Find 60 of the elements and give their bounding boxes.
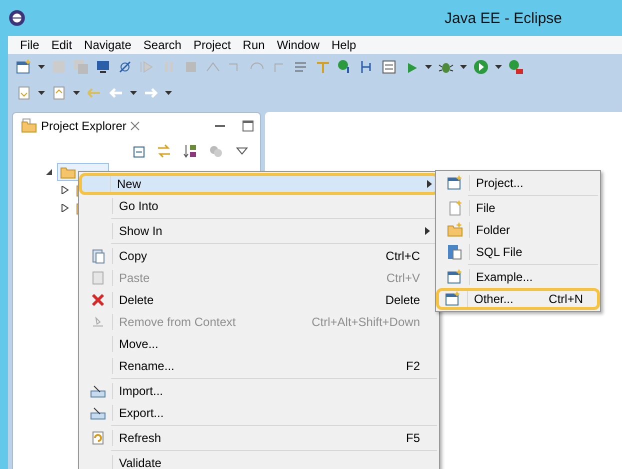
menu-item[interactable]: Delete Delete <box>81 289 437 311</box>
menu-item[interactable]: Edit <box>45 38 78 52</box>
delete-icon <box>90 292 106 308</box>
menu-item[interactable]: SQL File <box>438 241 598 263</box>
close-icon[interactable] <box>130 121 140 131</box>
clipboard-icon <box>90 248 106 264</box>
new-window-icon <box>447 175 463 191</box>
dropdown-caret-icon[interactable] <box>460 65 467 69</box>
dropdown-caret-icon[interactable] <box>38 65 45 69</box>
menu-item[interactable]: Example... <box>438 266 598 288</box>
new-window-icon <box>447 269 463 285</box>
submenu-arrow-icon <box>425 227 430 235</box>
menu-item[interactable]: Navigate <box>78 38 138 52</box>
menu-item[interactable]: Copy Ctrl+C <box>81 245 437 267</box>
sql-file-icon <box>447 244 463 260</box>
submenu-arrow-icon <box>427 180 432 188</box>
collapsed-arrow-icon[interactable] <box>61 186 69 194</box>
menu-item[interactable]: Rename... F2 <box>81 355 437 377</box>
run-server-icon[interactable] <box>508 59 524 75</box>
menu-item[interactable]: Window <box>270 38 326 52</box>
menu-item[interactable]: File <box>14 38 46 52</box>
dropdown-caret-icon[interactable] <box>495 65 502 69</box>
dropdown-caret-icon[interactable] <box>165 91 172 95</box>
menu-item[interactable]: Export... <box>81 402 437 424</box>
window-title: Java EE - Eclipse <box>444 10 562 26</box>
new-window-icon <box>445 291 461 307</box>
export-icon <box>90 405 106 421</box>
menu-item[interactable]: Project <box>187 38 237 52</box>
dropdown-caret-icon[interactable] <box>73 91 80 95</box>
checklist-icon[interactable] <box>381 59 397 75</box>
refresh-icon <box>90 430 106 446</box>
menu-item[interactable]: Folder <box>438 219 598 241</box>
collapsed-arrow-icon[interactable] <box>61 204 69 212</box>
menu-item[interactable]: Go Into <box>81 195 437 217</box>
maximize-icon[interactable] <box>242 120 254 132</box>
dropdown-caret-icon[interactable] <box>425 65 432 69</box>
monitor-icon[interactable] <box>95 59 111 75</box>
link-editor-icon[interactable] <box>156 143 172 159</box>
clipboard-icon <box>90 270 106 286</box>
new-file-icon <box>447 200 463 216</box>
menu-item[interactable]: Search <box>137 38 188 52</box>
menu-item[interactable]: Refresh F5 <box>81 427 437 449</box>
new-folder-icon <box>447 222 463 238</box>
sort-icon[interactable] <box>182 143 198 159</box>
dropdown-caret-icon[interactable] <box>130 91 137 95</box>
menu-item[interactable]: Other... Ctrl+N <box>436 288 600 310</box>
run-icon[interactable] <box>473 59 489 75</box>
menu-item[interactable]: Help <box>326 38 362 52</box>
expanded-arrow-icon[interactable] <box>45 168 53 176</box>
import-icon <box>90 383 106 399</box>
menu-item[interactable]: Show In <box>81 220 437 242</box>
menu-item[interactable]: Move... <box>81 333 437 355</box>
menu-item[interactable]: Run <box>236 38 271 52</box>
menu-item[interactable]: Import... <box>81 380 437 402</box>
new-window-icon[interactable] <box>16 59 32 75</box>
menu-item[interactable]: File <box>438 197 598 219</box>
menu-item[interactable]: Validate <box>81 452 437 469</box>
dropdown-caret-icon[interactable] <box>38 91 45 95</box>
project-folder-icon <box>21 118 37 134</box>
menu-item[interactable]: Project... <box>438 172 598 194</box>
